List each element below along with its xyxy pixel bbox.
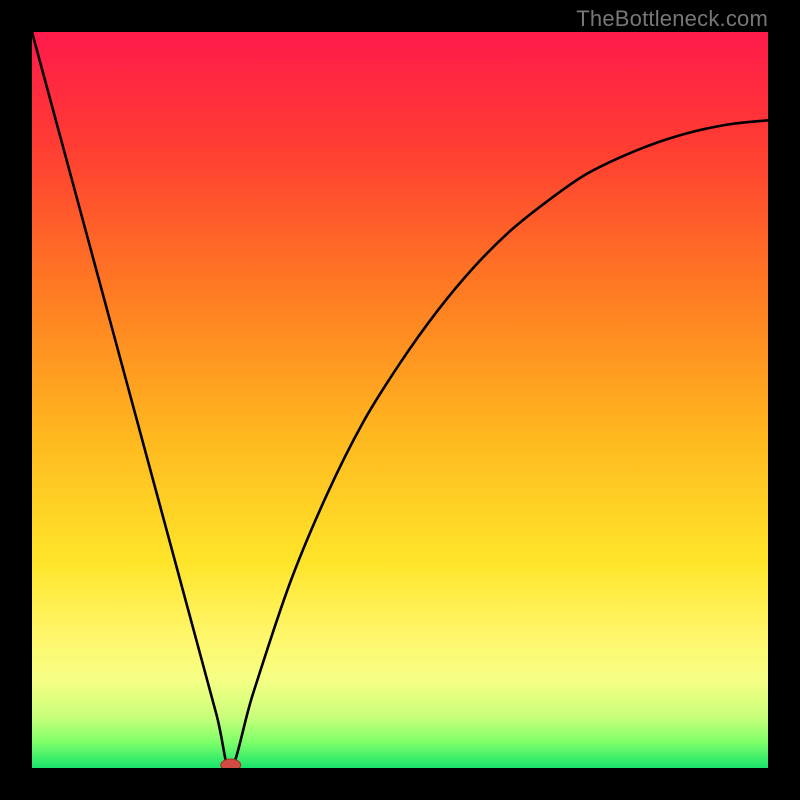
chart-frame: TheBottleneck.com — [0, 0, 800, 800]
minimum-marker-icon — [221, 759, 241, 768]
watermark-text: TheBottleneck.com — [576, 6, 768, 32]
chart-plot-area — [32, 32, 768, 768]
chart-svg — [32, 32, 768, 768]
